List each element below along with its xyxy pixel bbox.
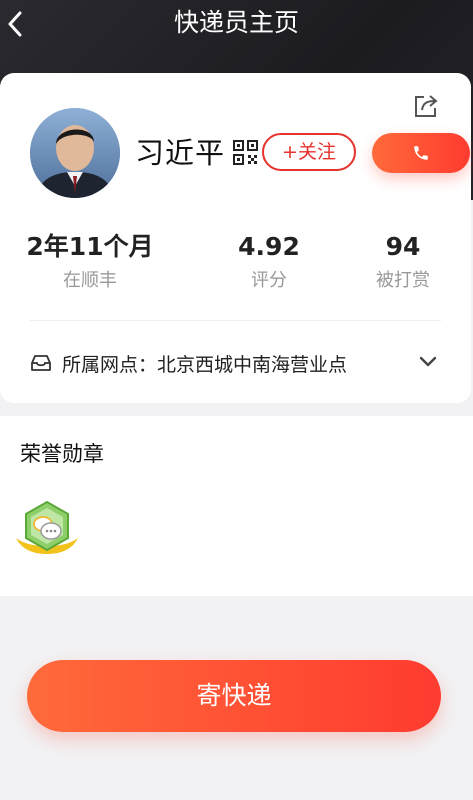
stat-tenure: 2年11个月 在顺丰 xyxy=(10,230,170,294)
stat-tips-value: 94 xyxy=(385,232,421,261)
send-express-button[interactable]: 寄快递 xyxy=(27,660,441,732)
follow-button[interactable]: +关注 xyxy=(262,133,356,171)
expand-branch-button[interactable] xyxy=(418,354,438,370)
qr-code-icon xyxy=(233,140,258,165)
branch-row[interactable]: 所属网点：北京西城中南海营业点 xyxy=(30,348,450,378)
honor-badge[interactable] xyxy=(12,498,82,560)
qr-code-button[interactable] xyxy=(233,140,258,165)
page-title: 快递员主页 xyxy=(173,8,299,37)
stat-tips: 94 被打赏 xyxy=(323,230,473,294)
chevron-down-icon xyxy=(419,356,437,367)
branch-text: 所属网点：北京西城中南海营业点 xyxy=(62,353,348,376)
avatar xyxy=(30,108,120,198)
avatar-portrait xyxy=(30,108,120,198)
divider xyxy=(30,320,441,321)
stat-tips-label: 被打赏 xyxy=(376,270,430,291)
chat-medal-icon xyxy=(16,500,78,554)
share-button[interactable] xyxy=(412,93,440,119)
honor-title: 荣誉勋章 xyxy=(20,442,104,466)
inbox-icon xyxy=(31,355,51,371)
phone-icon xyxy=(414,146,428,160)
call-button[interactable] xyxy=(372,133,470,173)
courier-name: 习近平 xyxy=(135,136,226,170)
share-icon xyxy=(415,95,438,117)
stat-tenure-label: 在顺丰 xyxy=(63,270,117,291)
stat-tenure-value: 2年11个月 xyxy=(26,232,154,261)
